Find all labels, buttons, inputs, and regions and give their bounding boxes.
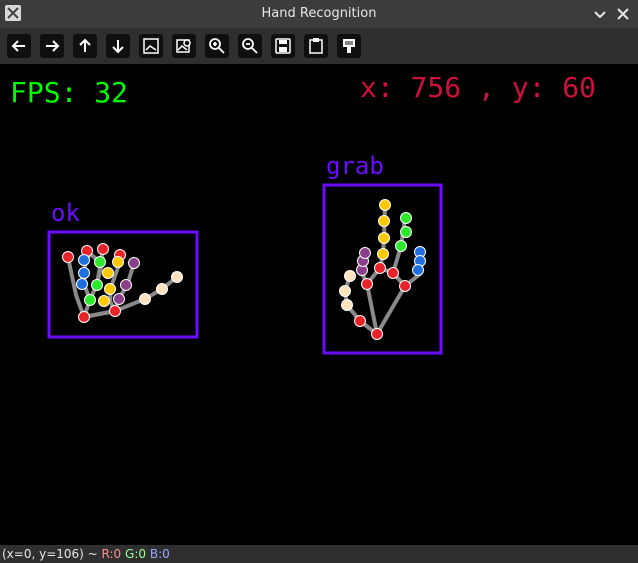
zoom-in-icon [209,38,225,54]
copy-clipboard-icon [309,38,323,54]
window-title: Hand Recognition [261,6,377,21]
status-bar: (x=0, y=106) ~ R:0 G:0 B:0 [0,545,638,563]
arrow-up-icon [79,38,91,52]
hand-label-ok: ok [51,199,80,227]
properties-icon [343,39,355,53]
image-zoom-button[interactable] [172,34,196,58]
arrow-left-icon [11,40,25,52]
zoom-fit-icon [143,38,159,54]
hand-label-grab: grab [326,152,384,180]
pan-left-button[interactable] [7,34,31,58]
zoom-out-button[interactable] [238,34,262,58]
arrow-right-icon [46,40,60,52]
toolbar [0,28,638,64]
status-cursor-position: (x=0, y=106) ~ [2,547,98,561]
minimize-button[interactable] [590,4,610,24]
coordinates-label: x: 756 , y: 60 [360,71,596,104]
pan-right-button[interactable] [40,34,64,58]
save-button[interactable] [271,34,295,58]
title-bar: Hand Recognition [0,0,638,29]
pan-down-button[interactable] [106,34,130,58]
zoom-out-icon [242,38,258,54]
status-green-value: G:0 [125,547,147,561]
status-blue-value: B:0 [149,547,170,561]
arrow-down-icon [112,40,124,54]
pan-up-button[interactable] [73,34,97,58]
camera-frame: FPS: 32 x: 756 , y: 60 ok grab [10,71,596,355]
zoom-in-button[interactable] [205,34,229,58]
status-red-value: R:0 [101,547,122,561]
zoom-fit-button[interactable] [139,34,163,58]
properties-button[interactable] [337,34,361,58]
image-view[interactable]: FPS: 32 x: 756 , y: 60 ok grab [0,64,638,545]
fps-label: FPS: 32 [10,76,128,109]
copy-clipboard-button[interactable] [304,34,328,58]
save-icon [275,38,291,54]
close-button[interactable] [613,4,633,24]
image-zoom-icon [176,39,191,53]
hand-landmarks-grab [339,199,426,340]
